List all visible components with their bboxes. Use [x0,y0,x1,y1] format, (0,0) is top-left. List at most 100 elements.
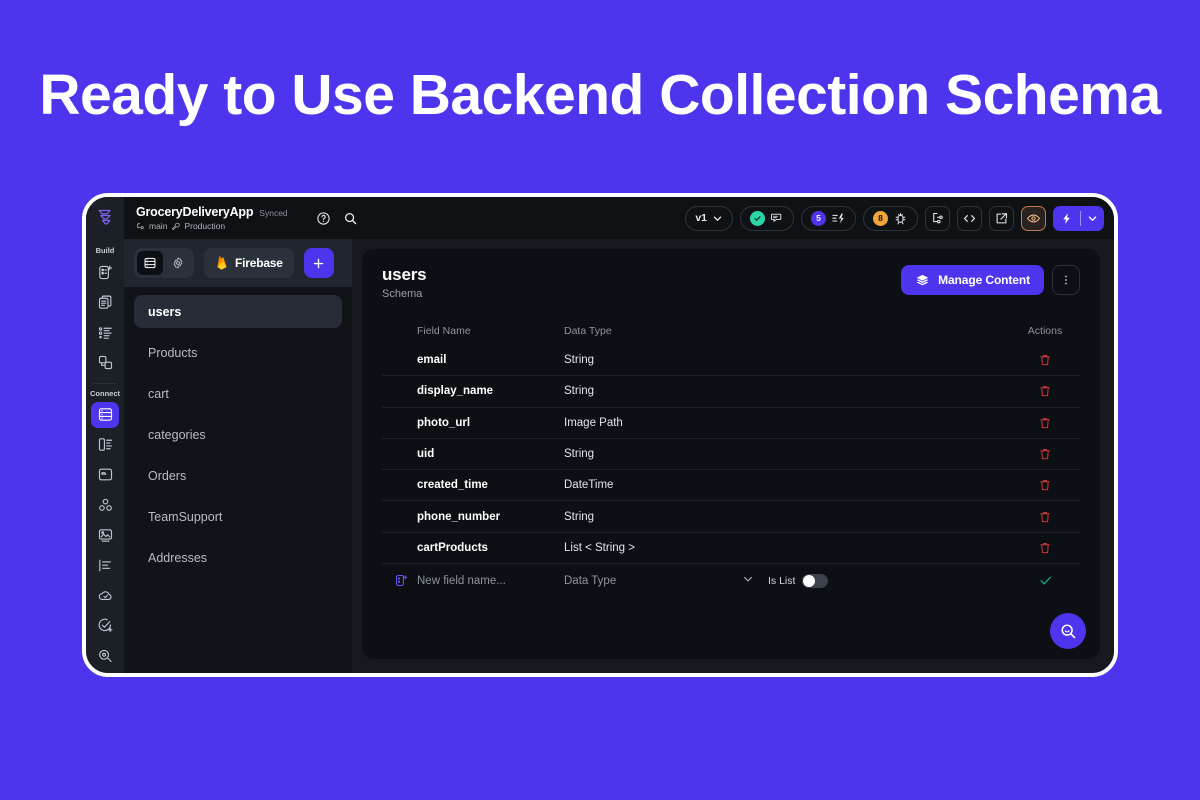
provider-chip-firebase[interactable]: Firebase [204,248,294,278]
table-row[interactable]: uid String [382,437,1080,469]
data-type-select[interactable]: Data Type [564,572,754,590]
tab-database[interactable] [137,251,163,275]
field-type: String [564,510,595,523]
rail-item-storage[interactable] [91,462,119,488]
trash-icon [1040,417,1050,428]
add-field-indicator [382,573,417,588]
warnings-pill[interactable]: 8 [863,205,918,231]
main-content-wrap: users Schema Manage Content Field Name D… [352,239,1114,673]
collection-item-addresses[interactable]: Addresses [134,541,342,574]
toggle-knob [803,574,816,587]
banner-heading: Ready to Use Backend Collection Schema [39,63,1161,127]
delete-field-button[interactable] [1010,384,1080,398]
collection-item-products[interactable]: Products [134,336,342,369]
table-row[interactable]: photo_url Image Path [382,406,1080,438]
field-type: List < String > [564,541,635,554]
field-type: String [564,353,595,366]
provider-label: Firebase [235,256,283,270]
branch-name: main [149,221,168,231]
delete-field-button[interactable] [1010,447,1080,461]
rail-item-cloud-functions[interactable] [91,583,119,609]
delete-field-button[interactable] [1010,510,1080,524]
topbar-actions: v1 5 8 [685,205,1114,231]
new-field-name-input[interactable]: New field name... [417,575,564,587]
table-row[interactable]: display_name String [382,375,1080,406]
plus-icon [314,258,324,268]
rail-item-database[interactable] [91,401,119,428]
chat-pill[interactable] [740,205,794,231]
rail-item-media[interactable] [91,522,119,548]
confirm-new-field-button[interactable] [1010,573,1080,588]
code-button[interactable] [957,205,982,231]
table-body: email String display_name String photo_u… [382,344,1080,563]
collection-item-teamsupport[interactable]: TeamSupport [134,500,342,533]
column-header-data-type: Data Type [564,325,612,337]
add-collection-button[interactable] [303,248,334,278]
version-selector[interactable]: v1 [685,205,733,231]
more-vertical-icon [1065,275,1067,285]
is-list-toggle[interactable] [802,573,829,588]
rail-item-widget-tree[interactable] [91,349,119,375]
rail-item-app-state[interactable] [91,432,119,458]
collections-toolbar: Firebase [124,239,352,287]
rail-item-pages[interactable] [91,289,119,315]
rail-item-integrations[interactable] [91,492,119,518]
help-circle-icon[interactable] [316,211,331,226]
manage-content-button[interactable]: Manage Content [901,265,1044,295]
layers-icon [916,274,929,285]
field-name: created_time [417,479,488,492]
branch-button[interactable] [925,205,950,231]
delete-field-button[interactable] [1010,416,1080,430]
collection-item-cart[interactable]: cart [134,377,342,410]
flutterflow-logo-icon [98,209,111,225]
table-row[interactable]: created_time DateTime [382,469,1080,500]
field-name: email [417,353,447,366]
share-button[interactable] [989,205,1014,231]
search-icon[interactable] [343,211,358,226]
collection-item-categories[interactable]: categories [134,418,342,451]
new-field-row: New field name... Data Type Is List [382,563,1080,597]
app-logo[interactable] [86,197,124,239]
search-fab[interactable] [1050,613,1086,649]
integrations-icon [98,498,112,511]
trash-icon [1040,354,1050,365]
delete-field-button[interactable] [1010,353,1080,367]
field-name: uid [417,448,435,461]
delete-field-button[interactable] [1010,478,1080,492]
app-window: GroceryDeliveryApp Synced main Productio… [82,193,1118,677]
trash-icon [1040,386,1050,397]
collection-item-orders[interactable]: Orders [134,459,342,492]
panel-mode-switch [134,248,194,278]
app-name: GroceryDeliveryApp [136,205,254,219]
lightning-bolt-icon [1063,212,1070,224]
banner: Ready to Use Backend Collection Schema [0,0,1200,190]
left-nav-rail: Build Connect [86,239,124,673]
is-list-toggle-group: Is List [768,573,829,588]
run-button[interactable] [1053,205,1104,231]
storage-folder-icon [98,469,112,481]
run-dropdown[interactable] [1081,213,1104,224]
rail-item-tests[interactable] [91,613,119,639]
trash-icon [1040,543,1050,554]
collection-item-users[interactable]: users [134,295,342,328]
table-row[interactable]: phone_number String [382,500,1080,531]
rail-item-local-state[interactable] [91,552,119,578]
rail-item-new-page[interactable] [91,259,119,285]
delete-field-button[interactable] [1010,541,1080,555]
rail-item-analytics[interactable] [91,643,119,669]
issues-pill[interactable]: 5 [801,205,856,231]
table-row[interactable]: email String [382,344,1080,375]
field-name: photo_url [417,416,471,429]
field-name: cartProducts [417,541,488,554]
app-meta: GroceryDeliveryApp Synced main Productio… [136,205,288,231]
data-type-placeholder: Data Type [564,574,617,587]
table-row[interactable]: cartProducts List < String > [382,531,1080,563]
field-name: display_name [417,385,494,398]
tab-settings[interactable] [165,251,191,275]
analytics-icon [98,650,112,663]
external-link-icon [996,212,1008,223]
rail-item-components[interactable] [91,319,119,345]
preview-button[interactable] [1021,205,1046,231]
schema-more-button[interactable] [1052,265,1080,295]
column-header-field-name: Field Name [417,325,471,337]
